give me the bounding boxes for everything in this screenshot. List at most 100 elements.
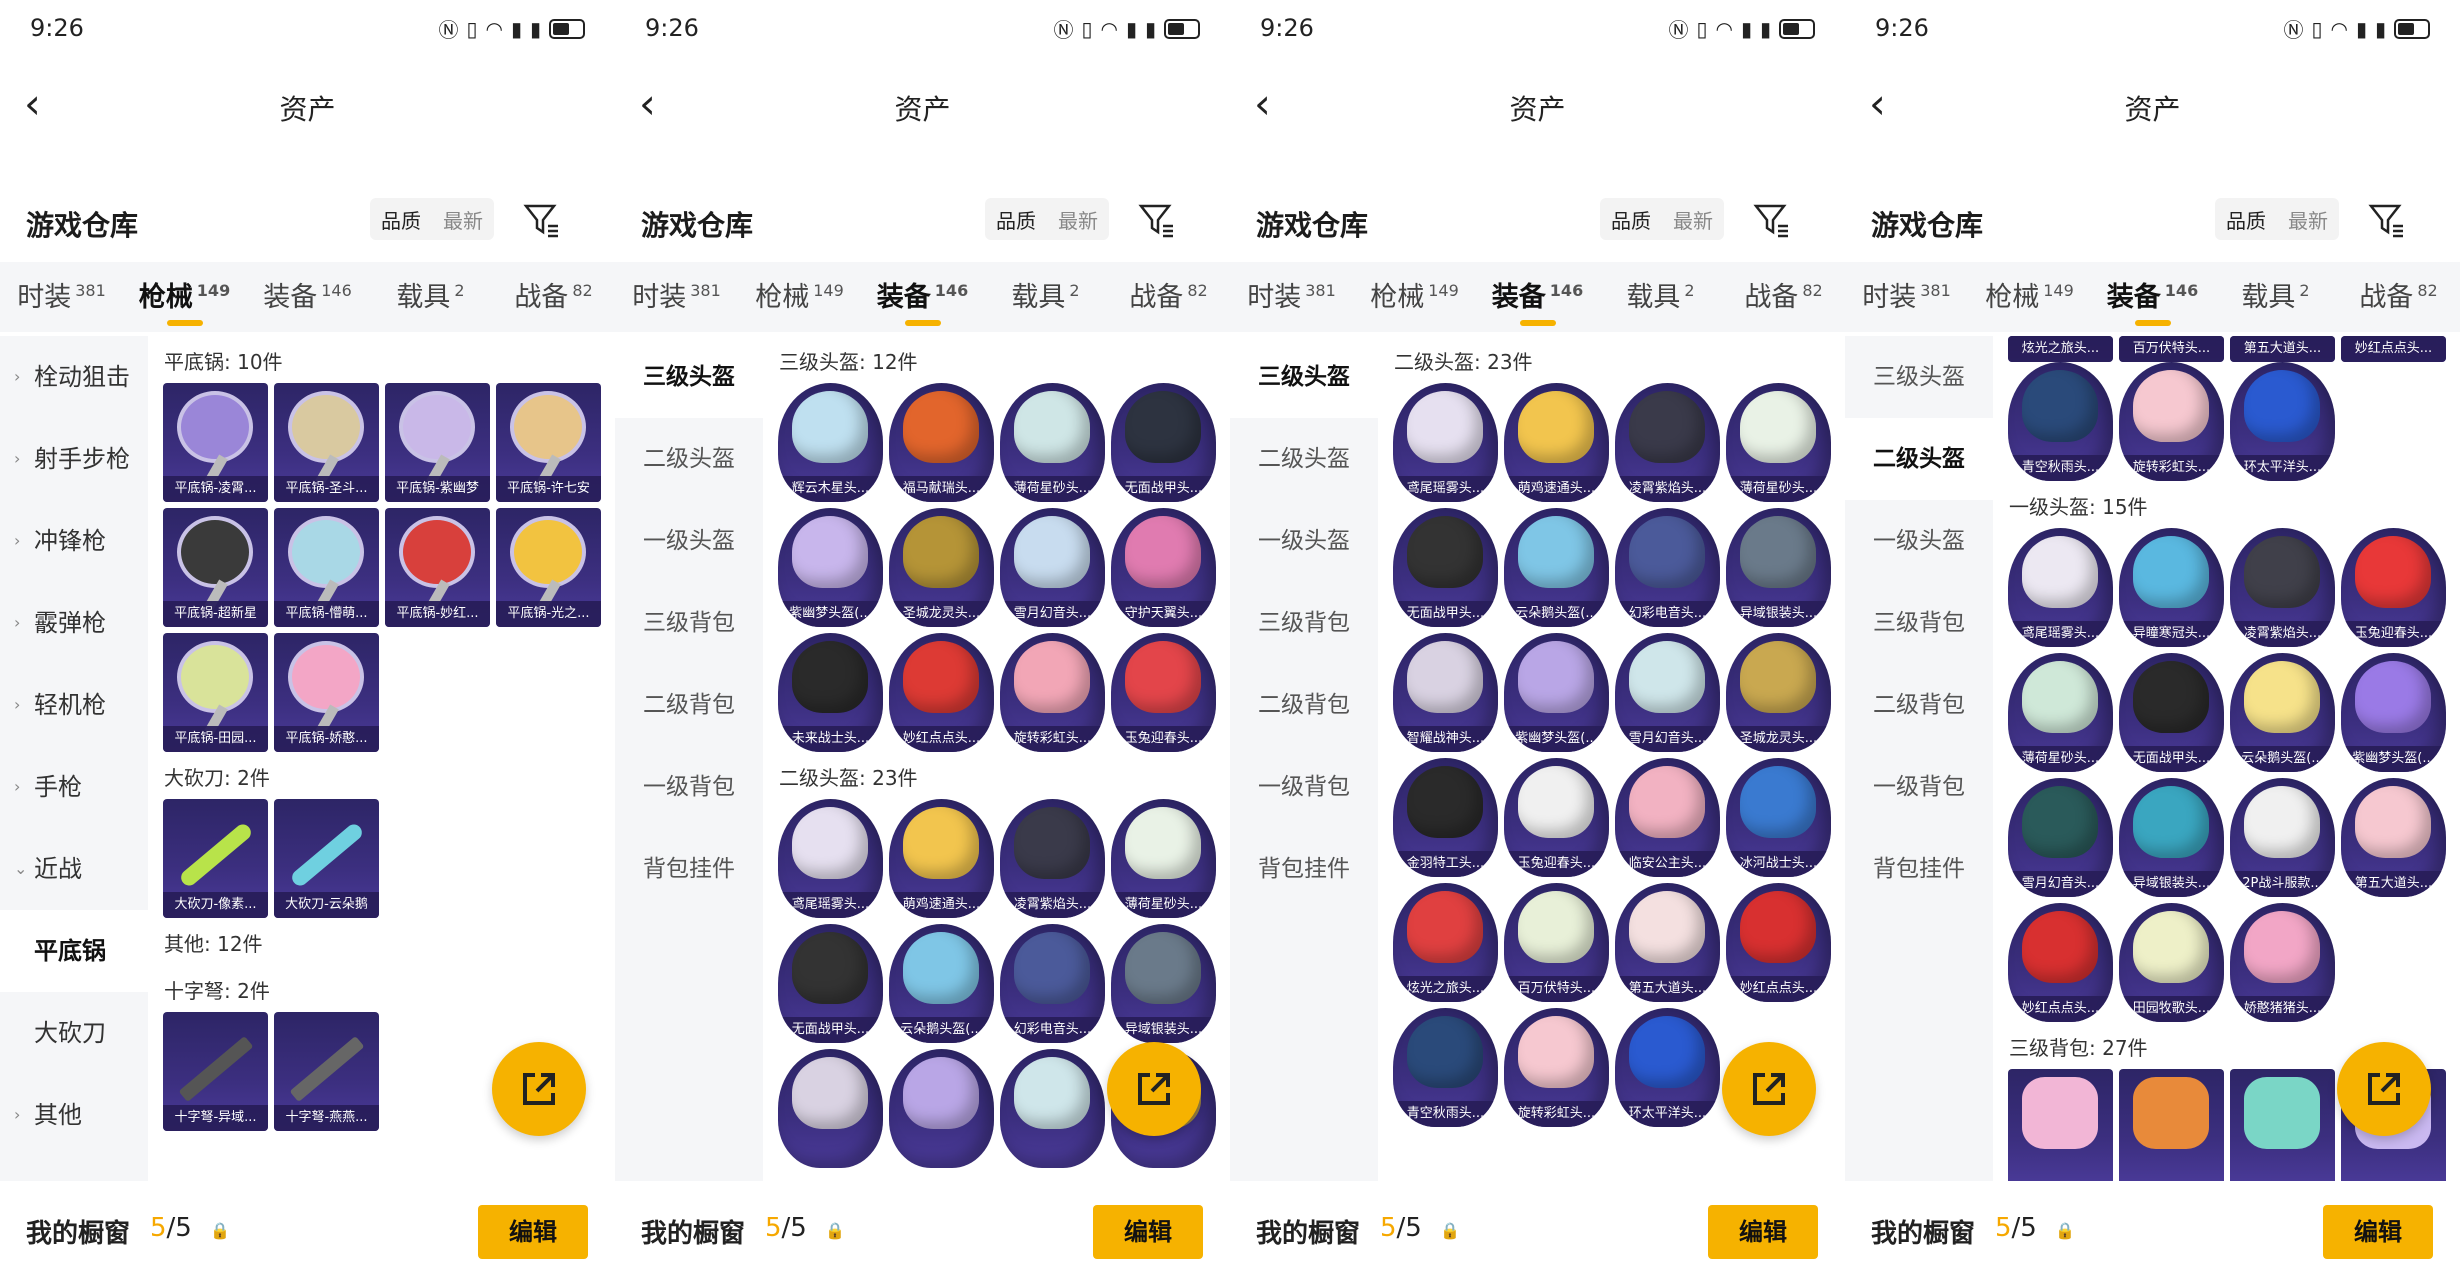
tab-2[interactable]: 枪械 149 (738, 275, 861, 332)
item-card[interactable]: 旋转彩虹头... (1000, 633, 1105, 752)
item-card[interactable]: 无面战甲头... (2119, 653, 2224, 772)
sort-quality-option[interactable]: 品质 (381, 205, 421, 234)
item-card[interactable]: 无面战甲头... (1393, 508, 1498, 627)
tab-2[interactable]: 枪械 149 (1968, 275, 2091, 332)
sidebar-item[interactable]: 背包挂件 (1845, 828, 1993, 910)
item-card[interactable]: 紫幽梦头盔(... (778, 508, 883, 627)
item-card[interactable] (778, 1049, 883, 1168)
tab-4[interactable]: 载具 2 (1599, 275, 1722, 332)
item-card[interactable]: 炫光之旅头... (2008, 336, 2113, 362)
edit-button[interactable]: 编辑 (1708, 1205, 1818, 1259)
filter-icon[interactable] (522, 200, 562, 240)
sidebar-item[interactable]: 一级头盔 (1230, 500, 1378, 582)
item-card[interactable]: 娇憨猪猪头... (2230, 903, 2335, 1022)
item-card[interactable] (2230, 1069, 2335, 1181)
item-card[interactable]: 大砍刀-云朵鹅 (274, 799, 379, 918)
share-fab-button[interactable] (1722, 1042, 1816, 1136)
filter-icon[interactable] (2367, 200, 2407, 240)
sort-toggle[interactable]: 品质 最新 (370, 198, 494, 240)
item-card[interactable]: 雪月幻音头... (2008, 778, 2113, 897)
sort-latest-option[interactable]: 最新 (443, 205, 483, 234)
tab-3[interactable]: 装备 146 (1476, 275, 1599, 332)
sort-latest-option[interactable]: 最新 (1058, 205, 1098, 234)
item-card[interactable]: 萌鸡速通头... (1504, 383, 1609, 502)
item-card[interactable]: 玉兔迎春头... (1504, 758, 1609, 877)
tab-4[interactable]: 载具 2 (984, 275, 1107, 332)
item-card[interactable]: 圣城龙灵头... (889, 508, 994, 627)
item-card[interactable]: 鸢尾瑶雾头... (2008, 528, 2113, 647)
item-card[interactable]: 十字弩-异域... (163, 1012, 268, 1131)
item-card[interactable]: 异瞳寒冠头... (2119, 528, 2224, 647)
sidebar-item[interactable]: › 霰弹枪 (0, 582, 148, 664)
item-card[interactable]: 临安公主头... (1615, 758, 1720, 877)
item-card[interactable]: 守护天翼头... (1111, 508, 1216, 627)
sort-latest-option[interactable]: 最新 (2288, 205, 2328, 234)
item-card[interactable]: 异域银装头... (2119, 778, 2224, 897)
item-card[interactable]: 金羽特工头... (1393, 758, 1498, 877)
item-card[interactable]: 智耀战神头... (1393, 633, 1498, 752)
sidebar-item[interactable]: 三级头盔 (615, 336, 763, 418)
item-card[interactable]: 鸢尾瑶雾头... (778, 799, 883, 918)
tab-2[interactable]: 枪械 149 (1353, 275, 1476, 332)
sort-toggle[interactable]: 品质 最新 (2215, 198, 2339, 240)
item-card[interactable]: 平底锅-妙红... (385, 508, 490, 627)
sidebar-item[interactable]: 三级背包 (1845, 582, 1993, 664)
tab-5[interactable]: 战备 82 (2337, 275, 2460, 332)
item-card[interactable]: 云朵鹅头盔(... (1504, 508, 1609, 627)
tab-5[interactable]: 战备 82 (1107, 275, 1230, 332)
item-card[interactable]: 幻彩电音头... (1615, 508, 1720, 627)
sidebar-item[interactable]: › 射手步枪 (0, 418, 148, 500)
item-card[interactable]: 玉兔迎春头... (2341, 528, 2446, 647)
item-card[interactable]: 平底锅-田园... (163, 633, 268, 752)
sidebar-item[interactable]: › 其他 (0, 1074, 148, 1156)
sidebar-item[interactable]: 一级头盔 (615, 500, 763, 582)
item-card[interactable]: 异域银装头... (1111, 924, 1216, 1043)
item-card[interactable]: 百万伏特头... (2119, 336, 2224, 362)
item-card[interactable]: 福马献瑞头... (889, 383, 994, 502)
item-card[interactable]: 云朵鹅头盔(... (2230, 653, 2335, 772)
tab-1[interactable]: 时装 381 (1230, 275, 1353, 332)
item-card[interactable]: 妙红点点头... (2008, 903, 2113, 1022)
item-card[interactable]: 无面战甲头... (1111, 383, 1216, 502)
item-card[interactable]: 薄荷星砂头... (2008, 653, 2113, 772)
sidebar-item[interactable]: 一级头盔 (1845, 500, 1993, 582)
sidebar-item[interactable]: › 栓动狙击 (0, 336, 148, 418)
sidebar-item[interactable]: 三级头盔 (1845, 336, 1993, 418)
item-card[interactable]: 平底锅-圣斗... (274, 383, 379, 502)
item-card[interactable]: 十字弩-燕燕... (274, 1012, 379, 1131)
item-card[interactable]: 第五大道头... (2230, 336, 2335, 362)
item-card[interactable]: 环太平洋头... (2230, 362, 2335, 481)
item-card[interactable]: 平底锅-光之... (496, 508, 601, 627)
item-card[interactable]: 凌霄紫焰头... (1615, 383, 1720, 502)
item-card[interactable]: 薄荷星砂头... (1000, 383, 1105, 502)
sort-toggle[interactable]: 品质 最新 (1600, 198, 1724, 240)
sidebar-item[interactable]: 二级头盔 (615, 418, 763, 500)
item-card[interactable]: 2P战斗服款... (2230, 778, 2335, 897)
sidebar-item[interactable]: 背包挂件 (615, 828, 763, 910)
item-card[interactable]: 紫幽梦头盔(... (2341, 653, 2446, 772)
filter-icon[interactable] (1137, 200, 1177, 240)
item-card[interactable] (2119, 1069, 2224, 1181)
tab-1[interactable]: 时装 381 (615, 275, 738, 332)
item-card[interactable]: 鸢尾瑶雾头... (1393, 383, 1498, 502)
item-card[interactable]: 圣城龙灵头... (1726, 633, 1831, 752)
item-card[interactable]: 雪月幻音头... (1000, 508, 1105, 627)
item-card[interactable]: 异域银装头... (1726, 508, 1831, 627)
sidebar-item[interactable]: 二级背包 (1230, 664, 1378, 746)
edit-button[interactable]: 编辑 (478, 1205, 588, 1259)
tab-4[interactable]: 载具 2 (369, 275, 492, 332)
share-fab-button[interactable] (492, 1042, 586, 1136)
item-card[interactable]: 环太平洋头... (1615, 1008, 1720, 1127)
sort-toggle[interactable]: 品质 最新 (985, 198, 1109, 240)
sidebar-item[interactable]: 二级头盔 (1230, 418, 1378, 500)
item-card[interactable]: 青空秋雨头... (1393, 1008, 1498, 1127)
sidebar-item[interactable]: 三级头盔 (1230, 336, 1378, 418)
item-card[interactable]: 炫光之旅头... (1393, 883, 1498, 1002)
item-card[interactable] (1000, 1049, 1105, 1168)
tab-3[interactable]: 装备 146 (2091, 275, 2214, 332)
sort-latest-option[interactable]: 最新 (1673, 205, 1713, 234)
filter-icon[interactable] (1752, 200, 1792, 240)
item-card[interactable]: 田园牧歌头... (2119, 903, 2224, 1022)
item-card[interactable]: 平底锅-娇憨... (274, 633, 379, 752)
item-card[interactable]: 冰河战士头... (1726, 758, 1831, 877)
